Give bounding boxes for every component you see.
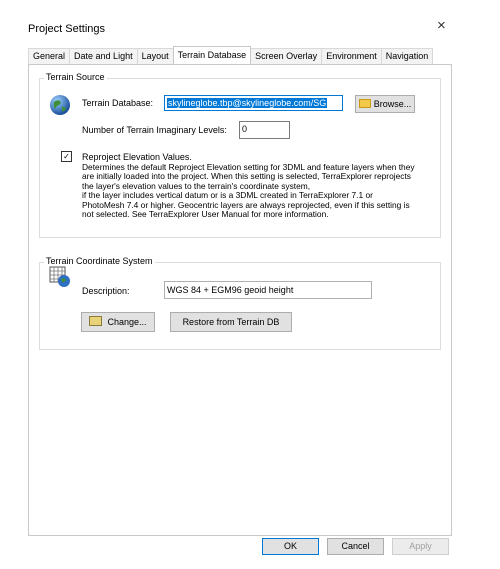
tab-navigation[interactable]: Navigation: [380, 48, 434, 64]
change-button-label: Change...: [107, 317, 147, 327]
terrain-cs-group: [39, 262, 441, 350]
close-icon[interactable]: ×: [437, 17, 446, 34]
description-field: WGS 84 + EGM96 geoid height: [164, 281, 372, 299]
tab-environment[interactable]: Environment: [321, 48, 382, 64]
restore-from-terrain-db-button[interactable]: Restore from Terrain DB: [170, 312, 292, 332]
terrain-database-label: Terrain Database:: [82, 98, 154, 108]
description-label: Description:: [82, 286, 130, 296]
change-icon: [89, 316, 103, 326]
reproject-checkbox[interactable]: ✓: [61, 151, 72, 162]
dialog-title: Project Settings: [28, 23, 106, 35]
folder-icon: [358, 99, 371, 108]
reproject-label: Reproject Elevation Values.: [82, 152, 192, 162]
ok-button[interactable]: OK: [262, 538, 319, 555]
tab-general[interactable]: General: [28, 48, 71, 64]
reproject-description: Determines the default Reproject Elevati…: [82, 162, 432, 220]
coordinate-grid-icon: [49, 266, 71, 288]
cancel-button[interactable]: Cancel: [327, 538, 384, 555]
tab-terrain-database[interactable]: Terrain Database: [172, 46, 252, 64]
terrain-database-value: skylineglobe.tbp@skylineglobe.com/SG: [167, 98, 328, 108]
tab-screen-overlay[interactable]: Screen Overlay: [250, 48, 323, 64]
terrain-cs-legend: Terrain Coordinate System: [44, 256, 155, 266]
change-button[interactable]: Change...: [81, 312, 155, 332]
tab-date-and-light[interactable]: Date and Light: [69, 48, 138, 64]
terrain-levels-label: Number of Terrain Imaginary Levels:: [82, 125, 227, 135]
terrain-source-legend: Terrain Source: [44, 72, 107, 82]
tab-bar: General Date and Light Layout Terrain Da…: [28, 46, 434, 64]
browse-button[interactable]: Browse...: [355, 95, 415, 113]
browse-button-label: Browse...: [373, 99, 412, 109]
apply-button[interactable]: Apply: [392, 538, 449, 555]
globe-icon: [49, 94, 71, 116]
tab-layout[interactable]: Layout: [136, 48, 174, 64]
terrain-levels-input[interactable]: 0: [239, 121, 290, 139]
reproject-desc-line: not selected. See TerraExplorer User Man…: [82, 209, 329, 220]
terrain-database-input[interactable]: skylineglobe.tbp@skylineglobe.com/SG: [164, 95, 343, 111]
